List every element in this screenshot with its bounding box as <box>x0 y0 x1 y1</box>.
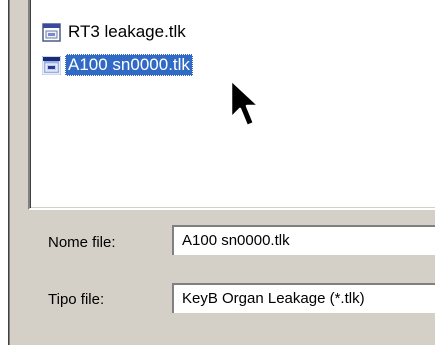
file-item-rt3-leakage[interactable]: RT3 leakage.tlk <box>42 20 189 44</box>
filetype-select[interactable]: KeyB Organ Leakage (*.tlk) <box>172 283 435 313</box>
filename-input[interactable]: A100 sn0000.tlk <box>172 225 435 255</box>
document-icon <box>42 22 61 42</box>
save-dialog: RT3 leakage.tlk A100 sn0000.tlk Nome fil… <box>8 0 435 345</box>
mouse-pointer-icon <box>229 78 261 128</box>
document-icon <box>42 55 61 75</box>
file-item-a100-sn0000[interactable]: A100 sn0000.tlk <box>42 53 193 77</box>
filename-label: Nome file: <box>48 234 116 251</box>
file-item-label: RT3 leakage.tlk <box>68 22 186 41</box>
file-item-label: A100 sn0000.tlk <box>65 54 193 76</box>
filetype-label: Tipo file: <box>48 291 105 308</box>
